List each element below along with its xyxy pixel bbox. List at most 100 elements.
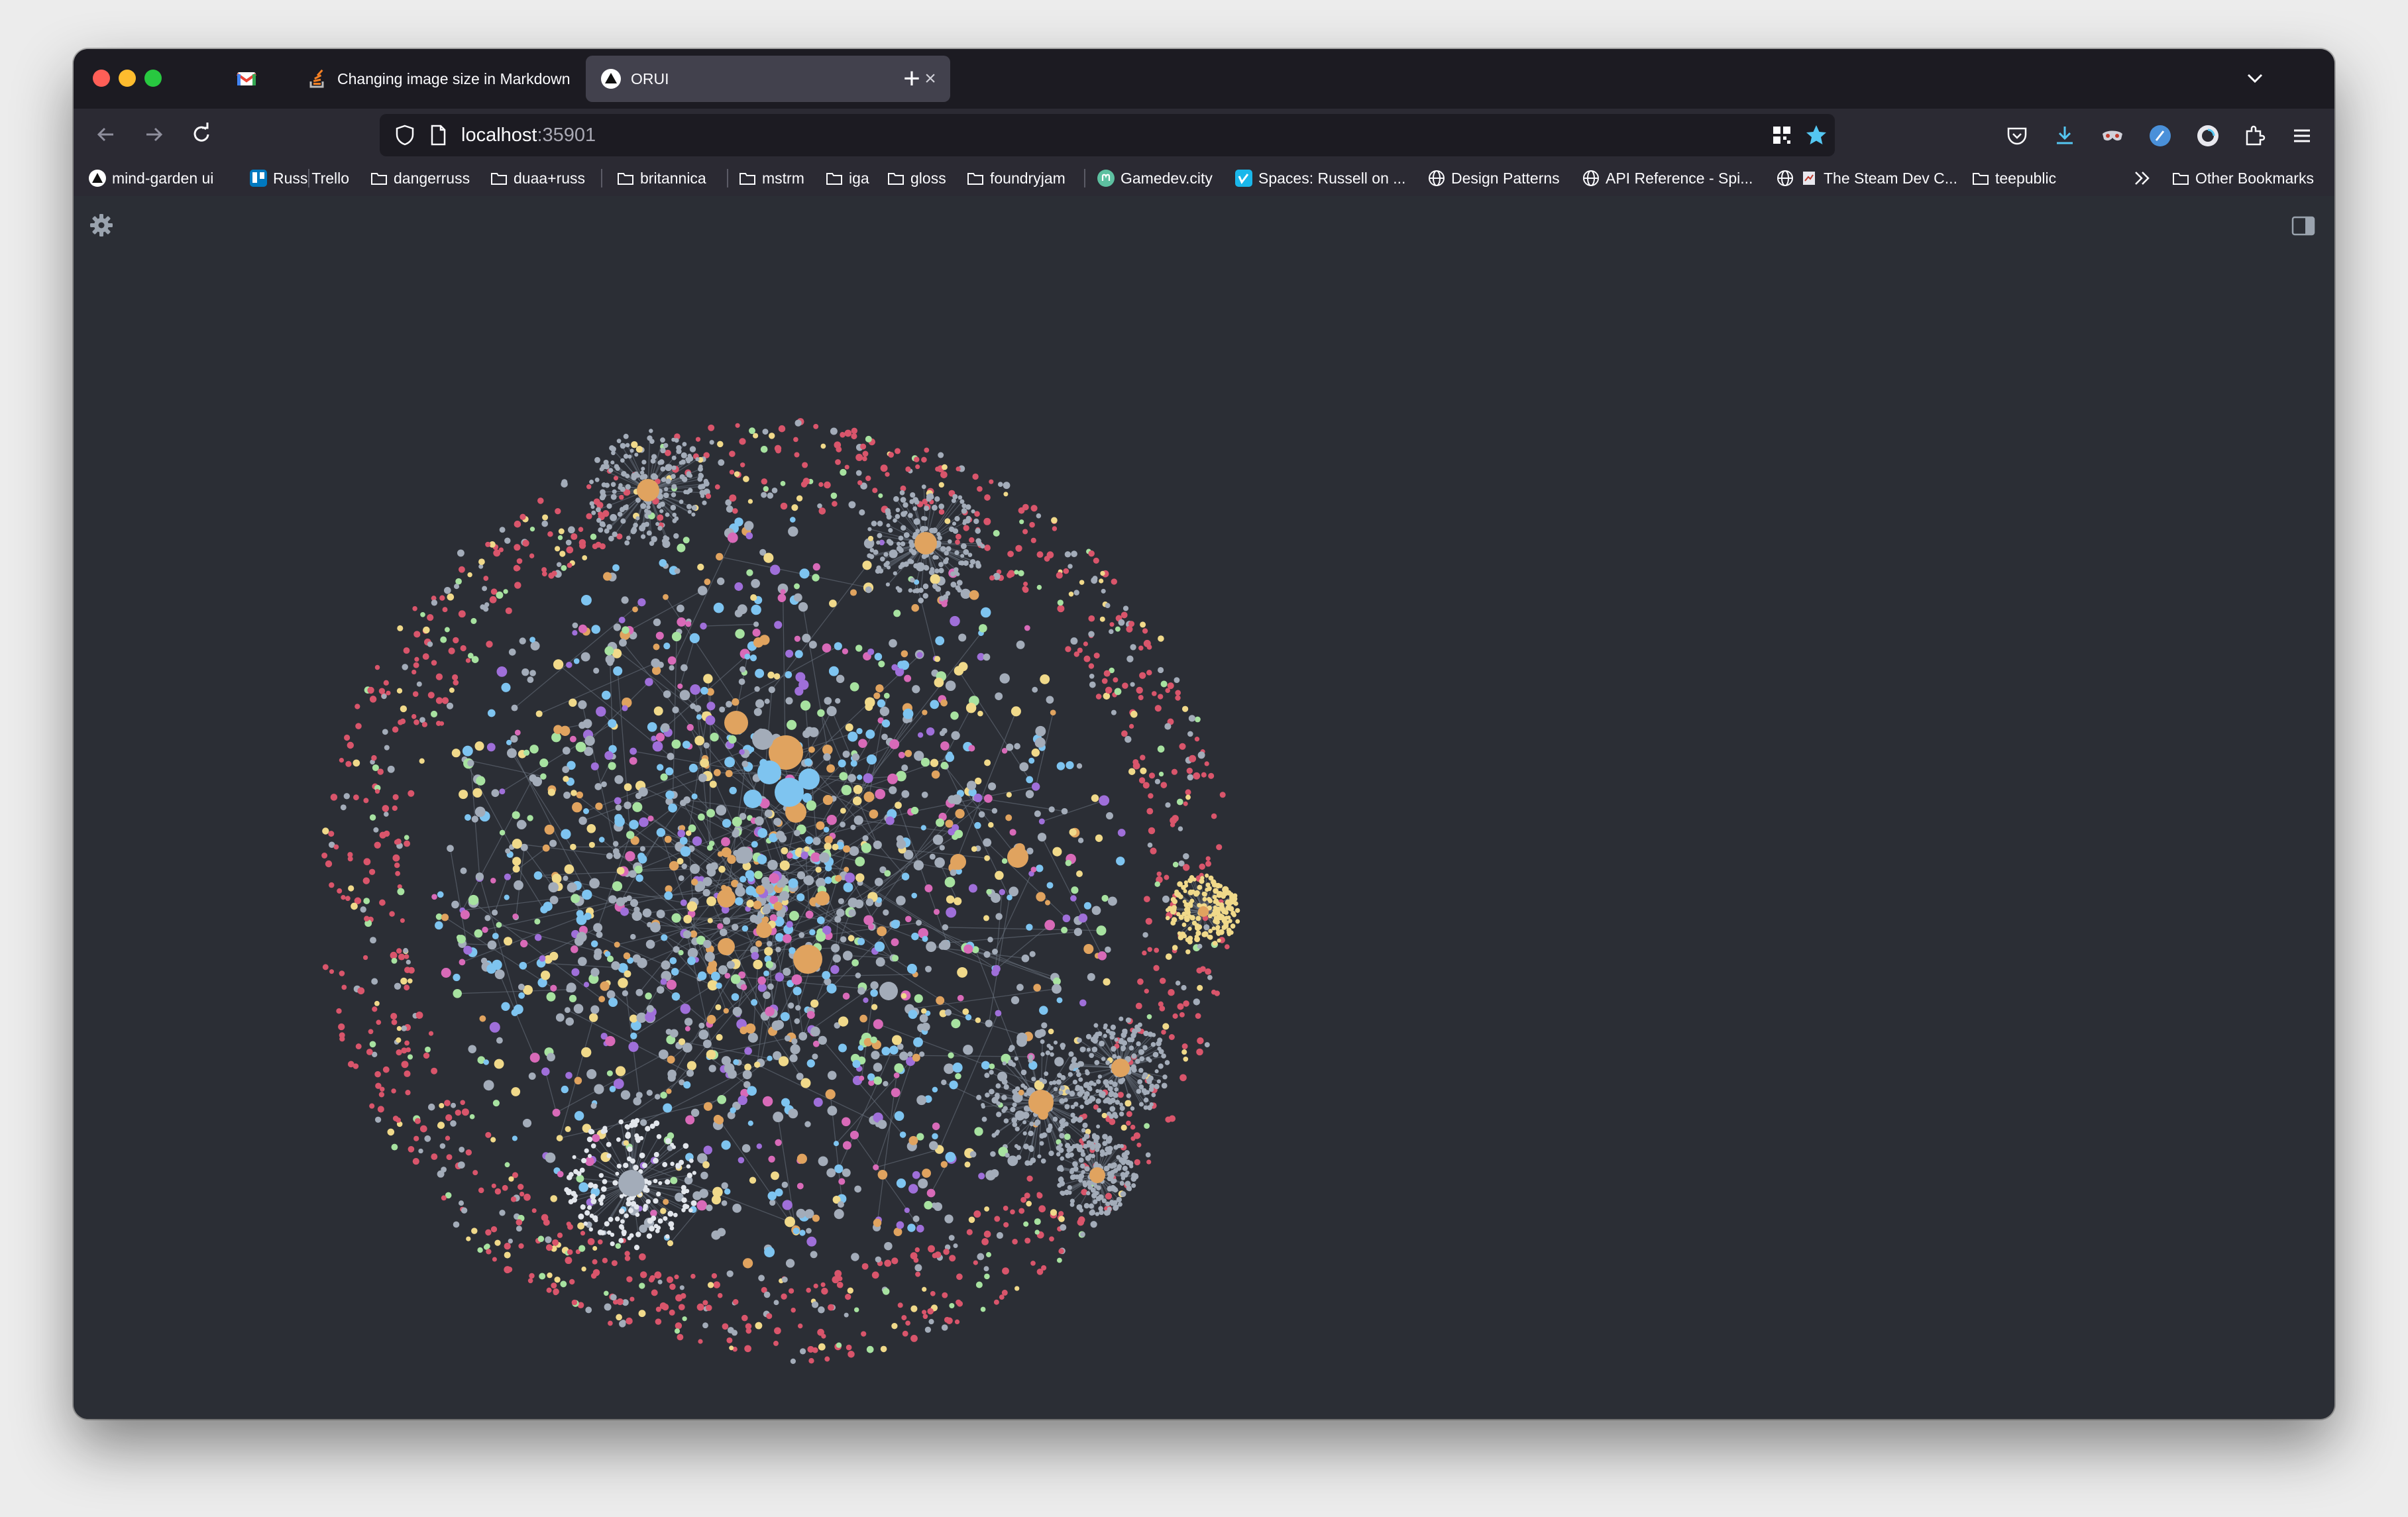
graph-node[interactable] <box>794 650 803 658</box>
graph-node[interactable] <box>669 957 677 965</box>
graph-node[interactable] <box>712 1186 723 1198</box>
graph-node[interactable] <box>1218 884 1223 888</box>
graph-node[interactable] <box>938 452 944 458</box>
graph-node[interactable] <box>1235 919 1240 924</box>
graph-node[interactable] <box>1103 670 1111 677</box>
graph-node[interactable] <box>660 978 667 985</box>
graph-node[interactable] <box>940 741 950 751</box>
graph-node[interactable] <box>1067 1072 1073 1077</box>
graph-node[interactable] <box>976 1094 982 1100</box>
graph-node[interactable] <box>800 700 811 711</box>
graph-node[interactable] <box>985 1020 993 1027</box>
graph-node[interactable] <box>928 1141 938 1151</box>
graph-node[interactable] <box>959 560 965 566</box>
graph-node[interactable] <box>686 1173 692 1178</box>
graph-node[interactable] <box>1192 877 1197 882</box>
graph-hub-node[interactable] <box>743 790 762 808</box>
graph-node[interactable] <box>527 676 534 684</box>
graph-node[interactable] <box>702 1039 712 1049</box>
graph-node[interactable] <box>504 537 511 544</box>
graph-node[interactable] <box>1138 1049 1144 1055</box>
graph-node[interactable] <box>604 1303 612 1311</box>
graph-node[interactable] <box>743 521 754 531</box>
graph-node[interactable] <box>514 880 523 890</box>
graph-node[interactable] <box>1148 1058 1152 1063</box>
graph-node[interactable] <box>442 607 448 613</box>
graph-node[interactable] <box>796 495 803 501</box>
graph-node[interactable] <box>1056 1257 1062 1263</box>
graph-node[interactable] <box>731 923 739 931</box>
graph-node[interactable] <box>862 560 872 570</box>
graph-node[interactable] <box>971 846 977 852</box>
graph-node[interactable] <box>942 1292 948 1298</box>
tab-gmail[interactable] <box>221 57 267 101</box>
graph-node[interactable] <box>806 1010 815 1020</box>
graph-node[interactable] <box>604 646 614 656</box>
graph-node[interactable] <box>989 479 994 484</box>
graph-node[interactable] <box>822 970 831 980</box>
graph-node[interactable] <box>1111 1178 1117 1184</box>
graph-hub-node[interactable] <box>752 729 773 750</box>
graph-node[interactable] <box>715 1004 722 1011</box>
graph-node[interactable] <box>545 1244 553 1251</box>
graph-node[interactable] <box>1069 1175 1076 1180</box>
bookmark-item[interactable]: duaa+russ <box>490 166 585 191</box>
graph-node[interactable] <box>700 758 709 768</box>
graph-node[interactable] <box>1113 1092 1118 1098</box>
graph-node[interactable] <box>848 909 856 917</box>
graph-node[interactable] <box>589 1013 598 1022</box>
graph-node[interactable] <box>848 774 856 782</box>
graph-node[interactable] <box>483 606 489 612</box>
graph-node[interactable] <box>788 878 798 888</box>
graph-node[interactable] <box>1222 890 1229 897</box>
graph-node[interactable] <box>653 1151 659 1157</box>
graph-node[interactable] <box>1069 1090 1075 1097</box>
graph-node[interactable] <box>694 735 704 746</box>
graph-node[interactable] <box>908 588 913 593</box>
graph-node[interactable] <box>569 735 576 743</box>
graph-node[interactable] <box>937 535 942 541</box>
graph-node[interactable] <box>904 674 912 682</box>
graph-node[interactable] <box>777 594 787 602</box>
graph-node[interactable] <box>1154 778 1161 784</box>
graph-node[interactable] <box>1032 686 1038 693</box>
graph-node[interactable] <box>554 546 561 552</box>
graph-node[interactable] <box>873 840 882 849</box>
graph-node[interactable] <box>1110 1024 1117 1030</box>
graph-node[interactable] <box>762 1096 773 1107</box>
graph-node[interactable] <box>973 794 983 802</box>
graph-node[interactable] <box>351 902 358 910</box>
graph-node[interactable] <box>490 1137 496 1143</box>
graph-node[interactable] <box>669 1226 675 1231</box>
graph-node[interactable] <box>628 1208 633 1214</box>
graph-node[interactable] <box>404 954 410 959</box>
graph-node[interactable] <box>1208 772 1215 779</box>
graph-node[interactable] <box>1022 1131 1027 1136</box>
graph-node[interactable] <box>1147 947 1152 953</box>
graph-node[interactable] <box>870 981 879 990</box>
graph-node[interactable] <box>796 1208 806 1219</box>
graph-node[interactable] <box>605 1035 616 1047</box>
graph-node[interactable] <box>338 1023 345 1031</box>
graph-node[interactable] <box>1060 1045 1065 1050</box>
graph-node[interactable] <box>1126 655 1134 662</box>
graph-node[interactable] <box>1019 762 1029 772</box>
graph-node[interactable] <box>1005 814 1012 821</box>
graph-node[interactable] <box>669 665 675 671</box>
graph-node[interactable] <box>842 1117 851 1127</box>
graph-node[interactable] <box>706 896 716 906</box>
graph-node[interactable] <box>451 1102 457 1108</box>
graph-node[interactable] <box>1079 1062 1083 1067</box>
graph-node[interactable] <box>922 935 928 942</box>
graph-node[interactable] <box>623 433 629 439</box>
graph-node[interactable] <box>686 503 692 509</box>
graph-node[interactable] <box>382 729 388 735</box>
graph-node[interactable] <box>960 543 967 549</box>
graph-node[interactable] <box>1143 1097 1149 1103</box>
graph-node[interactable] <box>962 1008 969 1016</box>
graph-node[interactable] <box>928 1319 934 1325</box>
graph-node[interactable] <box>1069 1167 1075 1173</box>
graph-node[interactable] <box>616 1137 621 1142</box>
graph-node[interactable] <box>1119 1106 1125 1112</box>
graph-node[interactable] <box>489 1021 500 1033</box>
